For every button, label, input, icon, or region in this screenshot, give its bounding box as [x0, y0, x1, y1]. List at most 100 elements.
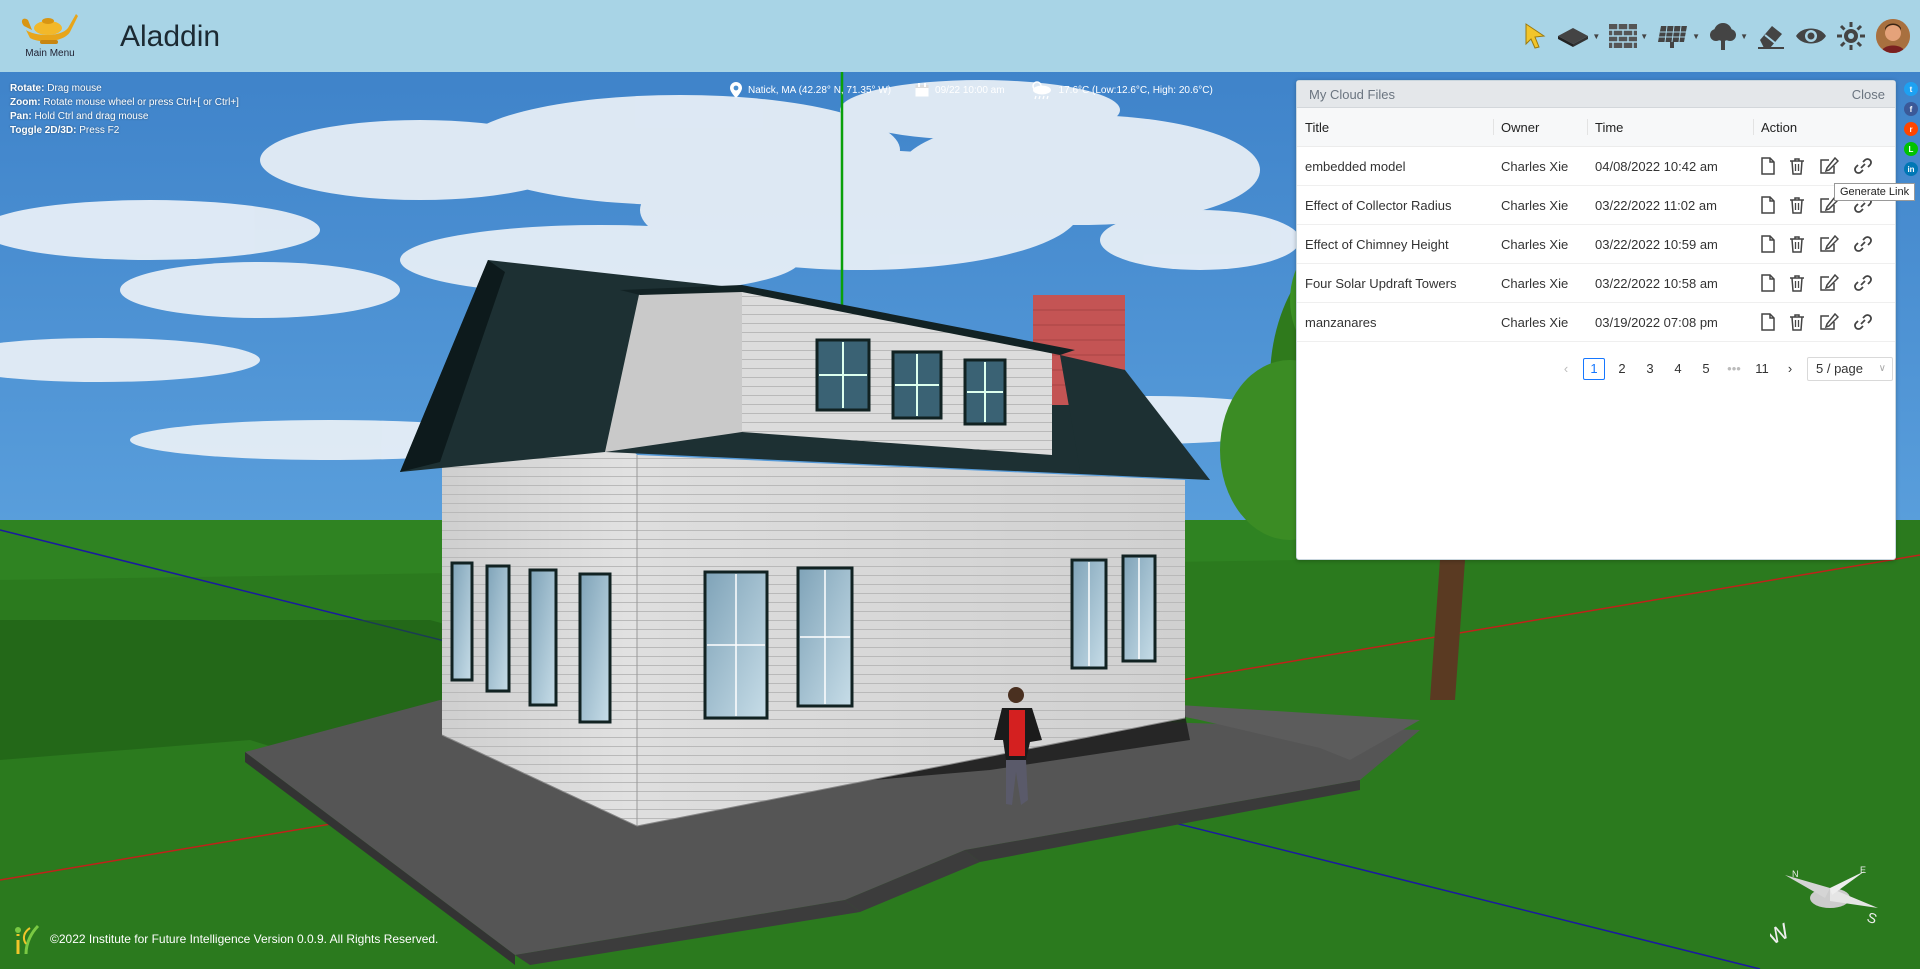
- location-status[interactable]: Natick, MA (42.28° N, 71.35° W): [730, 82, 891, 98]
- solar-panel-tool-button[interactable]: ▼: [1652, 16, 1704, 56]
- file-actions: [1753, 146, 1895, 186]
- next-page-button[interactable]: ›: [1779, 358, 1801, 380]
- delete-icon[interactable]: [1789, 313, 1805, 331]
- prev-page-button[interactable]: ‹: [1555, 358, 1577, 380]
- chevron-down-icon: ∨: [1878, 363, 1886, 374]
- generate-link-tooltip: Generate Link: [1834, 183, 1916, 201]
- file-rows: embedded model Charles Xie 04/08/2022 10:4…: [1297, 146, 1895, 342]
- calendar-icon: [915, 83, 929, 97]
- file-time: 03/22/2022 10:58 am: [1587, 263, 1753, 303]
- page-4-button[interactable]: 4: [1667, 358, 1689, 380]
- location-pin-icon: [730, 82, 742, 98]
- pagination-ellipsis[interactable]: •••: [1723, 358, 1745, 380]
- generate-link-icon[interactable]: [1853, 274, 1873, 292]
- delete-icon[interactable]: [1789, 157, 1805, 175]
- tree-icon: [1710, 23, 1737, 50]
- file-title[interactable]: manzanares: [1297, 302, 1493, 342]
- file-owner: Charles Xie: [1493, 224, 1587, 264]
- page-size-value: 5 / page: [1816, 361, 1863, 376]
- app-title: Aladdin: [120, 20, 221, 53]
- weather-cloud-rain-icon: [1031, 81, 1051, 100]
- svg-text:E: E: [1860, 865, 1866, 875]
- copyright-text: ©2022 Institute for Future Intelligence …: [50, 932, 439, 946]
- panel-title: My Cloud Files: [1309, 87, 1395, 102]
- svg-text:S: S: [1865, 909, 1879, 927]
- open-file-icon[interactable]: [1761, 313, 1775, 331]
- user-avatar[interactable]: [1876, 19, 1910, 53]
- page-2-button[interactable]: 2: [1611, 358, 1633, 380]
- file-time: 03/22/2022 10:59 am: [1587, 224, 1753, 264]
- file-actions: [1753, 263, 1895, 303]
- compass-icon[interactable]: S W N E: [1770, 863, 1880, 953]
- chevron-down-icon: ▼: [1692, 31, 1701, 41]
- page-5-button[interactable]: 5: [1695, 358, 1717, 380]
- datetime-status[interactable]: 09/22 10:00 am: [915, 83, 1005, 97]
- column-header-title[interactable]: Title: [1297, 108, 1493, 147]
- select-tool-button[interactable]: [1518, 16, 1552, 56]
- toolbar: ▼ ▼ ▼ ▼: [1518, 16, 1910, 56]
- eraser-icon: [1758, 26, 1784, 49]
- file-owner: Charles Xie: [1493, 146, 1587, 186]
- file-title[interactable]: Effect of Collector Radius: [1297, 185, 1493, 225]
- chevron-down-icon: ▼: [1740, 31, 1748, 41]
- help-toggle: Toggle 2D/3D: Press F2: [10, 125, 120, 136]
- rename-edit-icon[interactable]: [1819, 157, 1839, 175]
- help-rotate: Rotate: Drag mouse: [10, 83, 102, 94]
- table-row[interactable]: Effect of Chimney Height Charles Xie 03/22…: [1297, 224, 1895, 264]
- page-size-select[interactable]: 5 / page ∨: [1807, 357, 1893, 381]
- foundation-tool-button[interactable]: ▼: [1552, 16, 1604, 56]
- page-1-button[interactable]: 1: [1583, 358, 1605, 380]
- wall-tool-button[interactable]: ▼: [1604, 16, 1652, 56]
- chevron-down-icon: ▼: [1640, 31, 1649, 41]
- delete-icon[interactable]: [1789, 274, 1805, 292]
- open-file-icon[interactable]: [1761, 274, 1775, 292]
- file-time: 03/22/2022 11:02 am: [1587, 185, 1753, 225]
- generate-link-icon[interactable]: [1853, 157, 1873, 175]
- open-file-icon[interactable]: [1761, 157, 1775, 175]
- panel-header[interactable]: My Cloud Files Close: [1297, 81, 1895, 108]
- files-table: Title Owner Time Action embedded model Ch…: [1297, 108, 1895, 342]
- column-header-time[interactable]: Time: [1587, 108, 1753, 147]
- table-row[interactable]: embedded model Charles Xie 04/08/2022 10:4…: [1297, 146, 1895, 186]
- close-button[interactable]: Close: [1852, 87, 1885, 102]
- twitter-share-icon[interactable]: t: [1904, 82, 1918, 96]
- table-row[interactable]: Four Solar Updraft Towers Charles Xie 03/2…: [1297, 263, 1895, 303]
- linkedin-share-icon[interactable]: in: [1904, 162, 1918, 176]
- line-share-icon[interactable]: L: [1904, 142, 1918, 156]
- file-actions: [1753, 224, 1895, 264]
- navigation-help: Rotate: Drag mouse Zoom: Rotate mouse wh…: [10, 82, 239, 138]
- svg-text:N: N: [1792, 869, 1799, 879]
- main-menu-button[interactable]: Main Menu: [16, 4, 84, 68]
- reddit-share-icon[interactable]: r: [1904, 122, 1918, 136]
- settings-tool-button[interactable]: [1832, 16, 1870, 56]
- tree-tool-button[interactable]: ▼: [1704, 16, 1752, 56]
- table-row[interactable]: manzanares Charles Xie 03/19/2022 07:08 pm: [1297, 302, 1895, 342]
- open-file-icon[interactable]: [1761, 235, 1775, 253]
- weather-status[interactable]: 17.6°C (Low:12.6°C, High: 20.6°C): [1029, 80, 1213, 100]
- location-text: Natick, MA (42.28° N, 71.35° W): [748, 84, 892, 96]
- open-file-icon[interactable]: [1761, 196, 1775, 214]
- main-menu-label: Main Menu: [25, 48, 75, 59]
- cloud-files-panel: My Cloud Files Close Title Owner Time Ac…: [1296, 80, 1896, 560]
- page-last-button[interactable]: 11: [1751, 358, 1773, 380]
- rename-edit-icon[interactable]: [1819, 274, 1839, 292]
- rename-edit-icon[interactable]: [1819, 313, 1839, 331]
- table-header-row: Title Owner Time Action: [1297, 108, 1895, 147]
- delete-icon[interactable]: [1789, 196, 1805, 214]
- file-title[interactable]: embedded model: [1297, 146, 1493, 186]
- table-row[interactable]: Effect of Collector Radius Charles Xie 03/…: [1297, 185, 1895, 225]
- file-title[interactable]: Four Solar Updraft Towers: [1297, 263, 1493, 303]
- rename-edit-icon[interactable]: [1819, 235, 1839, 253]
- visibility-tool-button[interactable]: [1790, 16, 1832, 56]
- column-header-owner[interactable]: Owner: [1493, 108, 1587, 147]
- eye-icon: [1796, 28, 1826, 44]
- page-3-button[interactable]: 3: [1639, 358, 1661, 380]
- eraser-tool-button[interactable]: [1752, 16, 1790, 56]
- generate-link-icon[interactable]: [1853, 313, 1873, 331]
- weather-text: 17.6°C (Low:12.6°C, High: 20.6°C): [1058, 84, 1213, 96]
- help-pan: Pan: Hold Ctrl and drag mouse: [10, 111, 149, 122]
- facebook-share-icon[interactable]: f: [1904, 102, 1918, 116]
- generate-link-icon[interactable]: [1853, 235, 1873, 253]
- delete-icon[interactable]: [1789, 235, 1805, 253]
- file-title[interactable]: Effect of Chimney Height: [1297, 224, 1493, 264]
